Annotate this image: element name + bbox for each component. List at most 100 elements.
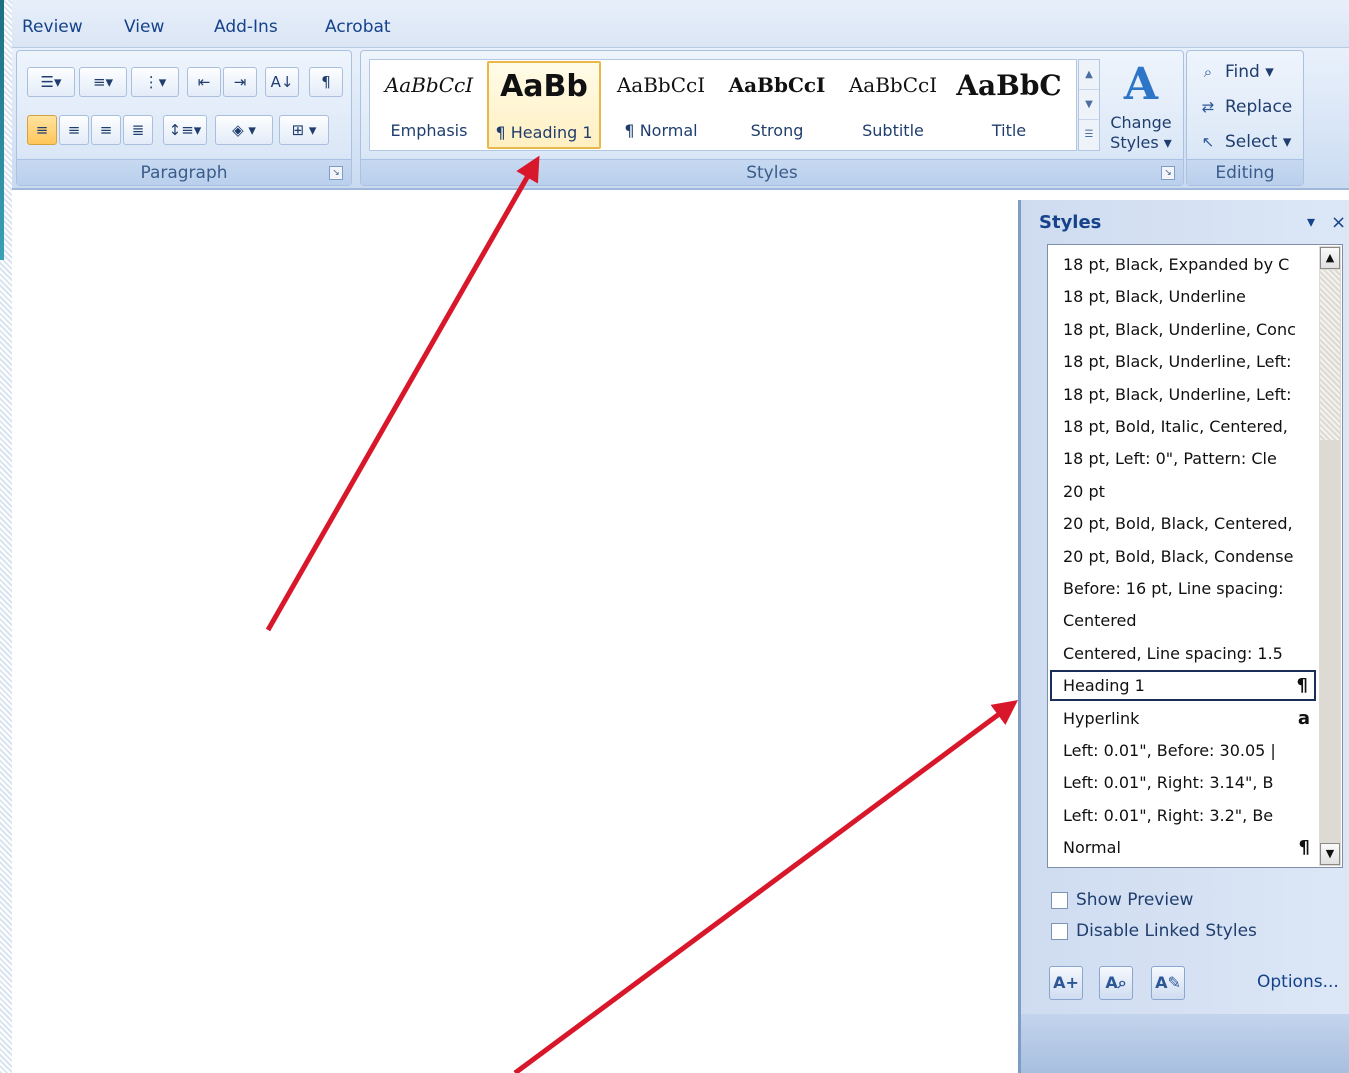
paragraph-dialog-launcher[interactable]: ↘	[329, 166, 343, 180]
gallery-more[interactable]: ☰	[1079, 120, 1099, 150]
style-list-item[interactable]: 18 pt, Black, Expanded by C	[1050, 249, 1316, 280]
style-list-label: 18 pt, Black, Underline	[1063, 287, 1246, 307]
styles-list-scrollbar[interactable]: ▲ ▼	[1319, 246, 1341, 866]
numbering-button[interactable]: ≡▾	[79, 67, 127, 97]
screenshot-root: Review View Add-Ins Acrobat ☰▾ ≡▾ ⋮▾ ⇤ ⇥…	[0, 0, 1349, 1073]
align-center-button[interactable]: ≡	[59, 115, 89, 145]
slide-left-edge	[0, 0, 12, 1073]
pane-menu-icon[interactable]: ▾	[1307, 212, 1315, 231]
style-list-item[interactable]: Before: 16 pt, Line spacing:	[1050, 573, 1316, 604]
style-emphasis[interactable]: AaBbCcI Emphasis	[372, 61, 486, 149]
document-area[interactable]	[12, 192, 1018, 1073]
pane-footer	[1021, 1014, 1349, 1073]
pilcrow-icon: ¶	[321, 73, 331, 91]
select-label: Select ▾	[1225, 132, 1292, 152]
checkbox-box[interactable]	[1051, 891, 1068, 909]
styles-dialog-launcher[interactable]: ↘	[1161, 166, 1175, 180]
style-list-item[interactable]: Centered	[1050, 605, 1316, 636]
tab-acrobat[interactable]: Acrobat	[325, 17, 391, 37]
borders-button[interactable]: ⊞ ▾	[279, 115, 329, 145]
manage-styles-icon: A✎	[1155, 973, 1181, 992]
style-name: Emphasis	[390, 121, 468, 140]
justify-icon: ≣	[131, 121, 145, 139]
align-center-icon: ≡	[67, 121, 81, 139]
bullets-button[interactable]: ☰▾	[27, 67, 75, 97]
style-inspector-icon: A⌕	[1105, 973, 1127, 992]
checkbox-box[interactable]	[1051, 922, 1068, 940]
tab-view[interactable]: View	[124, 17, 164, 37]
sort-button[interactable]: A↓	[265, 67, 299, 97]
style-list-label: Normal	[1063, 838, 1121, 858]
style-list-item[interactable]: Left: 0.01", Right: 3.14", B	[1050, 767, 1316, 798]
new-style-button[interactable]: A+	[1049, 966, 1083, 1000]
style-list-item[interactable]: 18 pt, Black, Underline, Left:	[1050, 346, 1316, 377]
ribbon-tab-bar: Review View Add-Ins Acrobat	[12, 0, 1349, 48]
change-styles-label: Change	[1110, 113, 1172, 132]
styles-pane: Styles ▾ × ▲ ▼ 18 pt, Black, Expanded by…	[1018, 200, 1349, 1073]
style-list-item[interactable]: 18 pt, Left: 0", Pattern: Cle	[1050, 443, 1316, 474]
gallery-scroll-up[interactable]: ▲	[1079, 60, 1099, 90]
style-list-item[interactable]: Heading 1 ¶	[1050, 670, 1316, 702]
style-list-item[interactable]: Normal ¶	[1050, 832, 1316, 863]
style-list-item[interactable]: 20 pt, Bold, Black, Centered,	[1050, 508, 1316, 539]
line-spacing-button[interactable]: ↕≡▾	[163, 115, 207, 145]
style-list-item[interactable]: Left: 0.01", Right: 3.2", Be	[1050, 800, 1316, 831]
style-list-item[interactable]: 20 pt, Bold, Black, Condense	[1050, 541, 1316, 572]
style-list-item[interactable]: 18 pt, Black, Underline	[1050, 281, 1316, 312]
style-list-label: 18 pt, Black, Underline, Left:	[1063, 352, 1292, 372]
align-right-icon: ≡	[99, 121, 113, 139]
replace-label: Replace	[1225, 97, 1293, 117]
style-list-item[interactable]: 18 pt, Bold, Italic, Centered,	[1050, 411, 1316, 442]
style-list-item[interactable]: 18 pt, Black, Underline, Conc	[1050, 314, 1316, 345]
gallery-scroll-down[interactable]: ▼	[1079, 90, 1099, 120]
chevron-up-icon: ▲	[1085, 69, 1093, 80]
justify-button[interactable]: ≣	[123, 115, 153, 145]
replace-button[interactable]: ⇄ Replace	[1197, 92, 1293, 122]
style-strong[interactable]: AaBbCcI Strong	[720, 61, 834, 149]
style-list-label: 20 pt	[1063, 481, 1105, 501]
manage-styles-button[interactable]: A✎	[1151, 966, 1185, 1000]
align-left-button[interactable]: ≡	[27, 115, 57, 145]
show-marks-button[interactable]: ¶	[309, 67, 343, 97]
select-button[interactable]: ↖ Select ▾	[1197, 127, 1292, 157]
multilevel-list-button[interactable]: ⋮▾	[131, 67, 179, 97]
increase-indent-icon: ⇥	[233, 73, 247, 91]
ribbon: ☰▾ ≡▾ ⋮▾ ⇤ ⇥ A↓ ¶ ≡ ≡ ≡ ≣ ↕≡▾ ◈ ▾ ⊞ ▾ Pa…	[12, 48, 1349, 190]
options-link[interactable]: Options...	[1257, 972, 1339, 992]
paragraph-group-label: Paragraph	[17, 159, 351, 185]
scroll-up-button[interactable]: ▲	[1320, 247, 1340, 269]
slide-accent-bar	[0, 0, 4, 260]
tab-review[interactable]: Review	[22, 17, 83, 37]
shading-button[interactable]: ◈ ▾	[215, 115, 273, 145]
find-button[interactable]: ⌕ Find ▾	[1197, 57, 1274, 87]
disable-linked-styles-checkbox[interactable]: Disable Linked Styles	[1051, 921, 1257, 941]
style-normal[interactable]: AaBbCcI ¶ Normal	[604, 61, 718, 149]
style-list-item[interactable]: Hyperlink a	[1050, 703, 1316, 734]
style-list-item[interactable]: 18 pt, Black, Underline, Left:	[1050, 379, 1316, 410]
style-heading-1[interactable]: AaBb ¶ Heading 1	[487, 61, 601, 149]
decrease-indent-icon: ⇤	[197, 73, 211, 91]
show-preview-checkbox[interactable]: Show Preview	[1051, 890, 1193, 910]
style-list-label: 18 pt, Black, Underline, Conc	[1063, 319, 1296, 339]
disable-linked-label: Disable Linked Styles	[1076, 921, 1257, 941]
replace-icon: ⇄	[1201, 98, 1215, 116]
show-preview-label: Show Preview	[1076, 890, 1194, 910]
change-styles-button[interactable]: A Change Styles ▾	[1105, 57, 1177, 157]
style-inspector-button[interactable]: A⌕	[1099, 966, 1133, 1000]
style-list-item[interactable]: Left: 0.01", Before: 30.05 |	[1050, 735, 1316, 766]
tab-add-ins[interactable]: Add-Ins	[214, 17, 278, 37]
align-right-button[interactable]: ≡	[91, 115, 121, 145]
scroll-track	[1320, 270, 1340, 440]
close-icon[interactable]: ×	[1331, 212, 1346, 233]
style-name: Subtitle	[862, 121, 924, 140]
style-title[interactable]: AaBbC Title	[952, 61, 1066, 149]
new-style-icon: A+	[1053, 973, 1079, 992]
numbering-icon: ≡▾	[92, 73, 114, 91]
style-list-item[interactable]: 20 pt	[1050, 476, 1316, 507]
style-list-item[interactable]: Centered, Line spacing: 1.5	[1050, 638, 1316, 669]
style-list-label: 20 pt, Bold, Black, Condense	[1063, 546, 1294, 566]
decrease-indent-button[interactable]: ⇤	[187, 67, 221, 97]
style-subtitle[interactable]: AaBbCcI Subtitle	[836, 61, 950, 149]
scroll-down-button[interactable]: ▼	[1320, 843, 1340, 865]
increase-indent-button[interactable]: ⇥	[223, 67, 257, 97]
